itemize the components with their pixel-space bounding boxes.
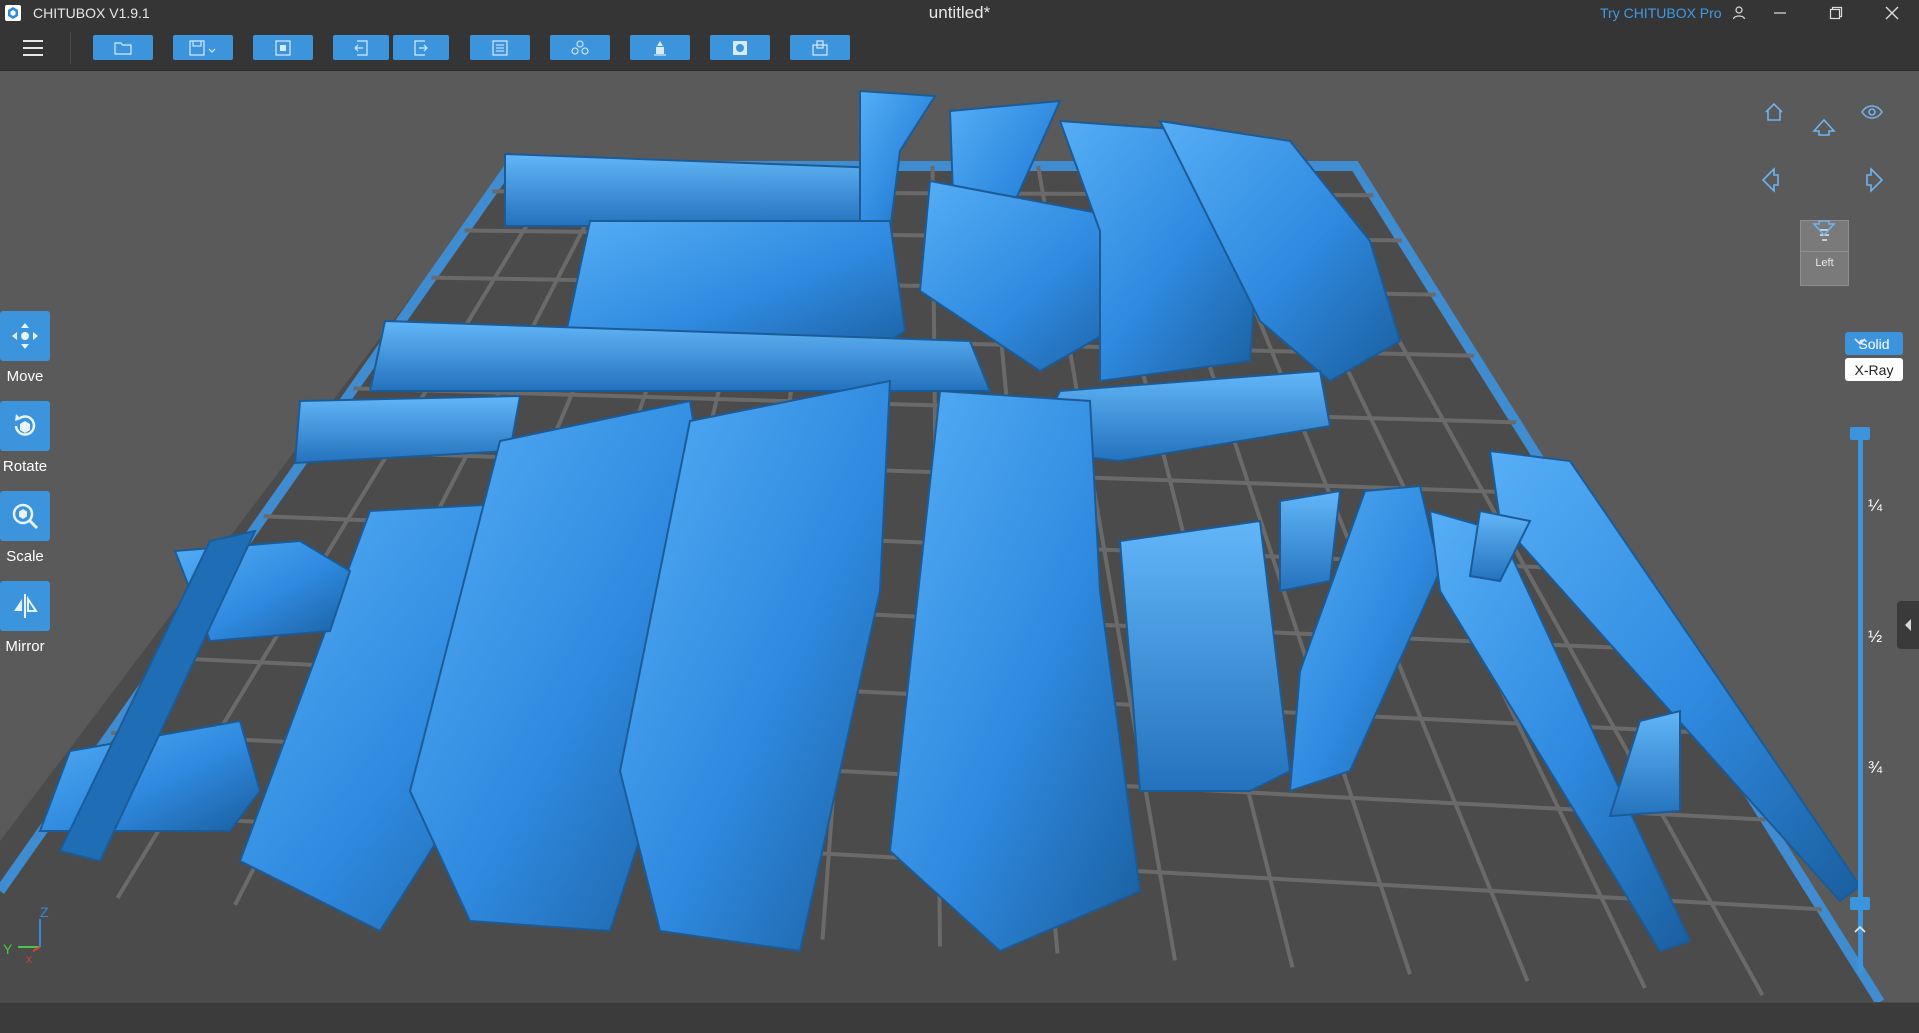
- chevron-down-icon[interactable]: [1852, 336, 1868, 348]
- close-button[interactable]: [1870, 0, 1914, 26]
- slider-mark-three-quarter: ¾: [1868, 758, 1883, 777]
- scale-icon: [12, 503, 39, 530]
- redo-icon: [414, 39, 428, 56]
- rotate-icon: [14, 414, 36, 436]
- view-bottom-icon[interactable]: [1812, 220, 1836, 238]
- arrange-icon: [571, 39, 589, 55]
- move-icon: [12, 323, 38, 349]
- chevron-up-icon[interactable]: [1852, 923, 1868, 935]
- model-part[interactable]: [1279, 489, 1342, 593]
- hamburger-menu-icon: [23, 40, 43, 56]
- slider-mark-quarter: ¼: [1868, 496, 1883, 515]
- try-pro-link[interactable]: Try CHITUBOX Pro: [1600, 5, 1722, 21]
- minimize-icon: [1774, 12, 1786, 14]
- rotate-tool[interactable]: Rotate: [0, 401, 50, 475]
- app-name: CHITUBOX V1.9.1: [33, 5, 150, 21]
- mirror-tool[interactable]: Mirror: [0, 581, 50, 655]
- model-list-button[interactable]: [470, 35, 530, 60]
- mirror-tool-button[interactable]: [0, 581, 50, 631]
- scene[interactable]: Z Y X: [0, 71, 1919, 1002]
- move-tool[interactable]: Move: [0, 311, 50, 385]
- side-panel-toggle[interactable]: [1897, 601, 1919, 649]
- layer-slider-bottom-handle[interactable]: [1850, 897, 1870, 910]
- account-button[interactable]: [1717, 0, 1761, 26]
- status-bar: [0, 1002, 1919, 1033]
- rotate-tool-button[interactable]: [0, 401, 50, 451]
- folder-icon: [114, 41, 132, 55]
- move-tool-label: Move: [6, 368, 44, 385]
- slider-mark-half: ½: [1868, 627, 1883, 646]
- title-bar: CHITUBOX V1.9.1 untitled* Try CHITUBOX P…: [0, 0, 1919, 26]
- toolbar: [0, 26, 1919, 71]
- minimize-button[interactable]: [1758, 0, 1802, 26]
- axis-x-label: X: [26, 955, 32, 965]
- xray-mode-button[interactable]: X-Ray: [1845, 358, 1903, 381]
- select-icon: [275, 39, 291, 56]
- layer-slider-top-handle[interactable]: [1850, 427, 1870, 440]
- scale-tool-button[interactable]: [0, 491, 50, 541]
- caret-left-icon: [1905, 619, 1911, 631]
- scale-tool-label: Scale: [6, 548, 44, 565]
- scale-tool[interactable]: Scale: [0, 491, 50, 565]
- restore-icon: [1829, 6, 1843, 20]
- user-icon: [1732, 6, 1746, 20]
- axis-z-label: Z: [40, 904, 49, 920]
- restore-button[interactable]: [1814, 0, 1858, 26]
- hollow-icon: [733, 40, 747, 55]
- view-right-icon[interactable]: [1865, 167, 1885, 193]
- open-file-button[interactable]: [93, 35, 153, 60]
- view-left-icon[interactable]: [1760, 167, 1780, 193]
- chitubox-logo-icon: [5, 5, 21, 21]
- list-icon: [492, 39, 508, 56]
- toolbar-divider: [70, 32, 71, 64]
- model-part[interactable]: [1118, 519, 1292, 792]
- mirror-icon: [14, 594, 38, 618]
- main-menu-button[interactable]: [20, 36, 46, 60]
- support-icon: [654, 40, 666, 56]
- home-view-icon[interactable]: [1763, 101, 1785, 123]
- eye-icon[interactable]: [1861, 103, 1883, 121]
- hollow-button[interactable]: [710, 35, 770, 60]
- select-all-button[interactable]: [253, 35, 313, 60]
- save-file-button[interactable]: [173, 35, 233, 60]
- axis-y-label: Y: [3, 941, 13, 957]
- layer-slider-track[interactable]: [1858, 436, 1863, 973]
- save-icon: [189, 39, 216, 56]
- close-icon: [1885, 6, 1899, 20]
- move-tool-button[interactable]: [0, 311, 50, 361]
- hole-icon: [812, 39, 828, 56]
- dig-hole-button[interactable]: [790, 35, 850, 60]
- support-button[interactable]: [630, 35, 690, 60]
- layout-button[interactable]: [550, 35, 610, 60]
- model-part[interactable]: [293, 394, 522, 465]
- undo-button[interactable]: [333, 35, 389, 60]
- mirror-tool-label: Mirror: [5, 638, 45, 655]
- redo-button[interactable]: [393, 35, 449, 60]
- rotate-tool-label: Rotate: [2, 458, 48, 475]
- view-cube-face-label: Left: [1815, 257, 1834, 269]
- undo-icon: [354, 39, 368, 56]
- view-top-icon[interactable]: [1812, 117, 1836, 137]
- 3d-viewport[interactable]: Z Y X Move Rotate Scale Mirror Left Soli…: [0, 71, 1919, 1002]
